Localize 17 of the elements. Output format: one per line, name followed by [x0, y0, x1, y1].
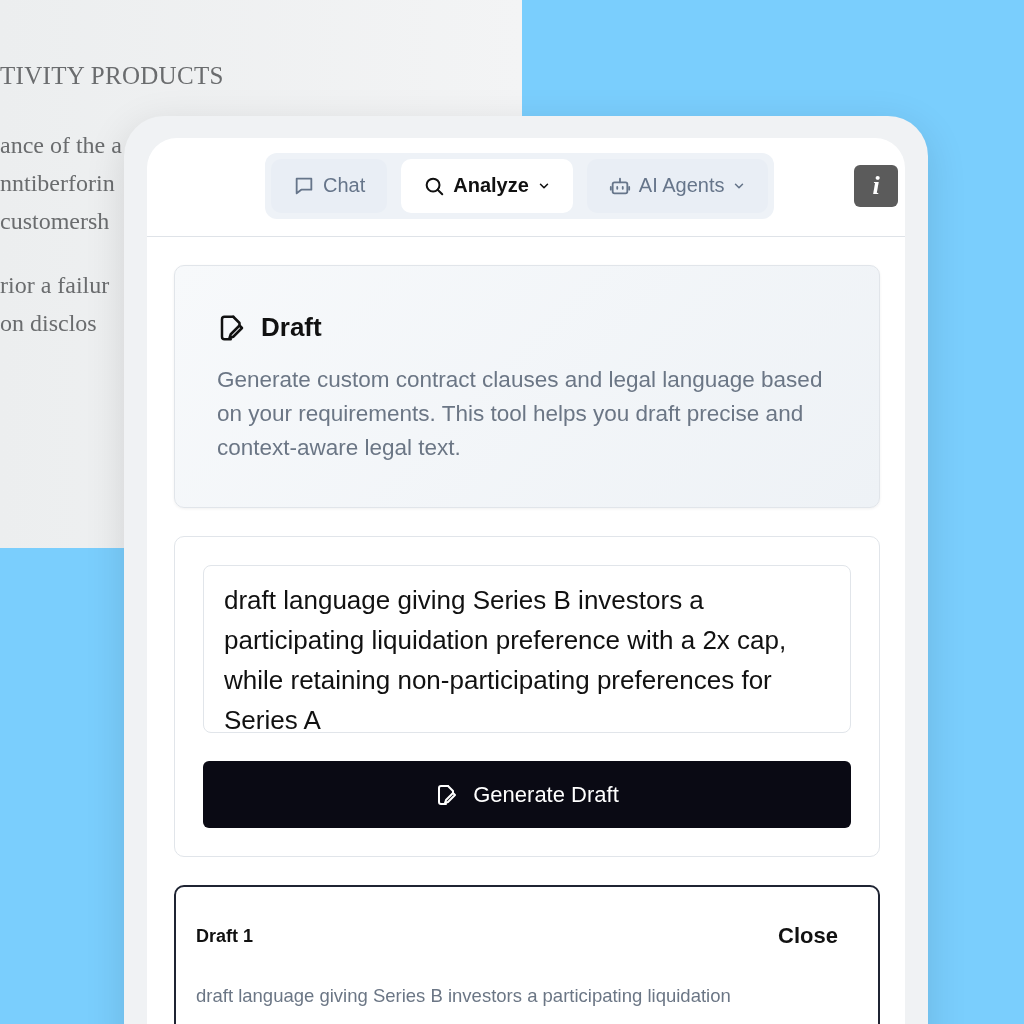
document-text: on disclos — [0, 309, 97, 338]
tab[interactable]: Chat — [271, 158, 388, 213]
tab[interactable]: Analyze — [401, 158, 573, 213]
generate-draft-button[interactable]: Generate Draft — [203, 761, 851, 828]
document-heading: TIVITY PRODUCTS — [0, 62, 225, 90]
prompt-field[interactable]: draft language giving Series B investors a participating liquidation preference with a 2x cap, while retaining non-participating preferences for Series A — [203, 565, 851, 733]
document-text: rior a failur — [0, 271, 110, 300]
document-text: ance of the a — [0, 131, 122, 160]
tab[interactable]: AI Agents — [586, 158, 769, 213]
document-text: customersh — [0, 207, 110, 236]
info-button[interactable]: i — [854, 165, 898, 207]
tool-title: Draft — [261, 312, 322, 343]
document-text: nntiberforin — [0, 169, 115, 198]
close-button[interactable]: Close — [778, 923, 838, 949]
draft-title: Draft 1 — [196, 925, 253, 947]
draft-text: draft language giving Series B investors a participating liquidation — [196, 985, 732, 1007]
tool-description: Generate custom contract clauses and legal language based on your requirements. This tool helps you draft precise and context-aware legal text. — [217, 366, 824, 462]
